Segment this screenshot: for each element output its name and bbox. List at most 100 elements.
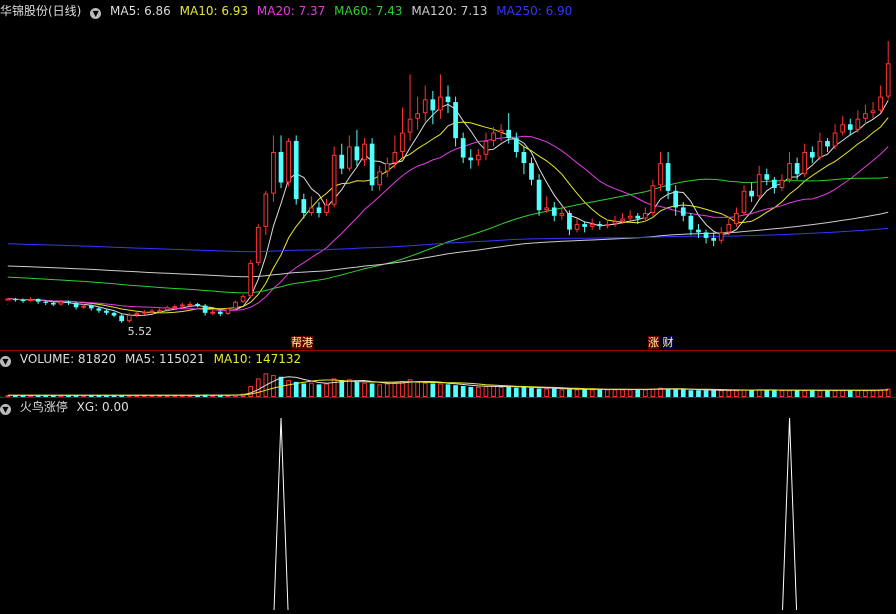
volume-bar (673, 389, 679, 397)
candle-body (460, 138, 466, 158)
candle-body (529, 163, 534, 180)
candle-body (111, 312, 117, 316)
dropdown-icon[interactable]: ▼ (0, 356, 11, 367)
volume-bar (809, 390, 815, 397)
volume-bar (832, 390, 838, 397)
volume-bar (847, 390, 853, 397)
candle-body (28, 298, 33, 301)
volume-bar (817, 390, 823, 397)
candle-body (749, 190, 754, 197)
candle-body (536, 179, 542, 211)
candle-body (225, 308, 231, 314)
candle-body (407, 118, 413, 133)
volume-bar (772, 390, 777, 397)
volume-bar (377, 384, 383, 397)
candle-body (346, 146, 352, 169)
candle-body (233, 301, 238, 309)
candle-body (324, 204, 329, 214)
candle-body (354, 146, 360, 161)
candle-body (589, 224, 595, 227)
ma120-label: MA120: 7.13 (411, 4, 488, 18)
ma60-label: MA60: 7.43 (334, 4, 403, 18)
candle-body (301, 199, 307, 213)
candle-body (134, 312, 140, 316)
volume-bar (271, 375, 276, 397)
candle-body (870, 110, 876, 114)
candle-body (825, 140, 830, 147)
volume-bar (703, 390, 709, 397)
candle-body (50, 302, 56, 305)
volume-bar (559, 389, 565, 397)
candle-body (58, 301, 64, 305)
volume-bar (369, 383, 375, 397)
ma10-label: MA10: 6.93 (179, 4, 249, 18)
candle-body (521, 152, 527, 164)
volume-bar (802, 390, 808, 397)
candle-body (73, 302, 79, 308)
candle-body (415, 113, 420, 119)
candle-body (567, 213, 572, 230)
volume-bar (840, 390, 846, 397)
candle-body (20, 300, 26, 302)
volume-bar (536, 388, 542, 397)
chart-canvas: 5.52 (5, 41, 891, 611)
candle-body (195, 303, 200, 306)
volume-bar (726, 390, 732, 397)
volume-bar (551, 388, 557, 397)
event-tag-1[interactable]: 帮港 (289, 336, 315, 350)
volume-bar (605, 389, 610, 397)
candle-body (574, 224, 580, 230)
candle-body (688, 215, 694, 230)
candle-body (271, 152, 276, 194)
candle-body (96, 308, 102, 311)
candle-body (734, 213, 739, 225)
ma250-line (7, 227, 889, 253)
dropdown-icon[interactable]: ▼ (0, 404, 11, 415)
ma20-line (7, 135, 889, 311)
volume-bar (430, 383, 436, 397)
candle-body (430, 99, 436, 111)
chart-window: 5.52 华锦股份(日线) ▼ MA5: 6.86 MA10: 6.93 MA2… (0, 0, 896, 614)
volume-bar (779, 390, 785, 397)
candle-body (377, 171, 383, 186)
candle-body (255, 226, 261, 263)
candle-body (172, 306, 178, 309)
candle-body (772, 179, 777, 189)
candle-body (240, 296, 246, 302)
candle-body (453, 102, 458, 139)
volume-bar (680, 389, 686, 397)
volume-bar (362, 382, 367, 397)
candle-body (392, 152, 398, 164)
candle-body (718, 232, 724, 241)
volume-bar (354, 381, 360, 397)
dropdown-icon[interactable]: ▼ (90, 8, 102, 19)
candlesticks (5, 41, 891, 323)
candle-body (741, 190, 747, 213)
candle-body (35, 298, 41, 302)
candle-body (612, 221, 618, 225)
xg-spike (273, 417, 289, 611)
volume-bars (5, 373, 891, 398)
candle-body (149, 310, 155, 313)
ma250-label: MA250: 6.90 (496, 4, 573, 18)
ma5-line (7, 100, 889, 317)
candle-body (551, 207, 557, 216)
volume-bar (642, 389, 648, 397)
candle-body (13, 298, 18, 301)
volume-bar (620, 389, 625, 397)
candle-body (779, 179, 785, 189)
volume-bar (734, 390, 739, 397)
indicator-xg: XG: 0.00 (76, 400, 129, 414)
panel-divider-2 (0, 397, 896, 398)
candle-body (673, 190, 679, 208)
candle-body (400, 132, 405, 153)
volume-bar (529, 387, 534, 397)
event-tag-2[interactable]: 涨 财 (646, 336, 676, 350)
candle-body (81, 305, 87, 308)
volume-bar (878, 389, 883, 397)
candle-body (339, 154, 345, 169)
candle-body (885, 63, 891, 97)
volume-bar (756, 389, 762, 397)
candle-body (506, 129, 512, 139)
candle-body (635, 215, 641, 219)
